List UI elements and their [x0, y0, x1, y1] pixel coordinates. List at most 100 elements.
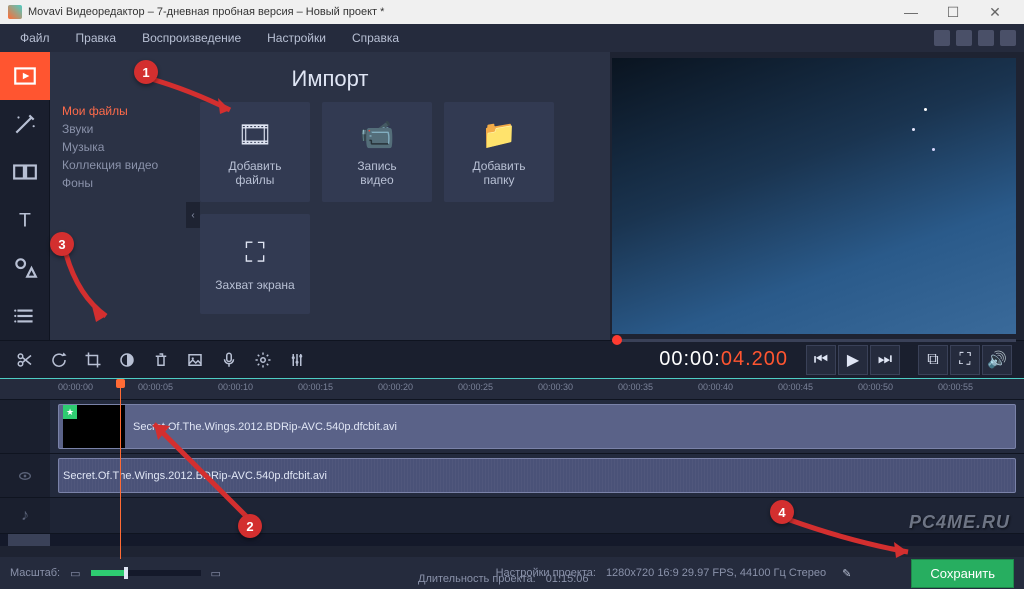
contrast-icon: [118, 351, 136, 369]
zoom-out-icon[interactable]: ▭: [70, 567, 80, 580]
volume-button[interactable]: 🔊: [982, 345, 1012, 375]
ruler-tick: 00:00:20: [378, 382, 413, 392]
sidebar-item-myfiles[interactable]: Мои файлы: [62, 102, 190, 120]
tile-folder-l1: Добавить: [472, 159, 525, 173]
video-clip[interactable]: Secret.Of.The.Wings.2012.BDRip-AVC.540p.…: [58, 404, 1016, 449]
menu-help[interactable]: Справка: [340, 27, 411, 49]
tool-filters[interactable]: [0, 100, 50, 148]
timecode-display: 00:00:04.200: [659, 348, 788, 372]
project-settings-value: 1280x720 16:9 29.97 FPS, 44100 Гц Стерео: [606, 567, 826, 579]
playhead[interactable]: [120, 379, 121, 559]
timeline: 00:00:0000:00:0500:00:1000:00:1500:00:20…: [0, 378, 1024, 546]
audio-track-body[interactable]: Secret.Of.The.Wings.2012.BDRip-AVC.540p.…: [50, 454, 1024, 497]
annotation-2: 2: [238, 514, 262, 538]
scrubber-handle[interactable]: [612, 335, 622, 345]
ruler-tick: 00:00:05: [138, 382, 173, 392]
tile-record-video[interactable]: 📹 Записьвидео: [322, 102, 432, 202]
menu-edit[interactable]: Правка: [64, 27, 129, 49]
equalizer-button[interactable]: [284, 347, 310, 373]
menubar-icon-4[interactable]: [1000, 30, 1016, 46]
fullscreen-button[interactable]: ⛶: [950, 345, 980, 375]
timecode-active: 04.200: [721, 348, 788, 370]
detach-button[interactable]: ⧉: [918, 345, 948, 375]
sidebar-collapse[interactable]: ‹: [186, 202, 200, 228]
music-track-head[interactable]: ♪: [0, 498, 50, 533]
crop-button[interactable]: [80, 347, 106, 373]
tile-record-l1: Запись: [357, 159, 396, 173]
tool-more[interactable]: [0, 292, 50, 340]
tool-titles[interactable]: T: [0, 196, 50, 244]
zoom-slider[interactable]: [91, 570, 201, 576]
ruler-tick: 00:00:55: [938, 382, 973, 392]
annotation-4: 4: [770, 500, 794, 524]
cut-button[interactable]: [12, 347, 38, 373]
mic-icon: [220, 351, 238, 369]
duration-row: Длительность проекта: 01:15:06: [418, 573, 589, 585]
camera-icon: 📹: [360, 118, 395, 151]
maximize-button[interactable]: ☐: [932, 0, 974, 24]
tile-add-files-l1: Добавить: [228, 159, 281, 173]
play-button[interactable]: ▶: [838, 345, 868, 375]
menu-settings[interactable]: Настройки: [255, 27, 338, 49]
ruler-tick: 00:00:10: [218, 382, 253, 392]
rotate-button[interactable]: [46, 347, 72, 373]
annotation-1: 1: [134, 60, 158, 84]
tile-screen-capture[interactable]: ⛶ Захват экрана: [200, 214, 310, 314]
tool-stickers[interactable]: [0, 244, 50, 292]
tile-add-files-l2: файлы: [236, 173, 275, 187]
menubar-icon-1[interactable]: [934, 30, 950, 46]
import-tiles: 🎞 Добавитьфайлы 📹 Записьвидео 📁 Добавить…: [200, 102, 610, 340]
image-icon: [186, 351, 204, 369]
import-title: Импорт: [50, 52, 610, 102]
menu-playback[interactable]: Воспроизведение: [130, 27, 253, 49]
preview-video-frame[interactable]: [612, 58, 1016, 334]
sidebar-item-backgrounds[interactable]: Фоны: [62, 174, 190, 192]
timeline-scrollbar[interactable]: [0, 534, 1024, 546]
wand-icon: [12, 111, 38, 137]
next-button[interactable]: ⏭: [870, 345, 900, 375]
scrollbar-thumb[interactable]: [8, 534, 50, 546]
delete-button[interactable]: [148, 347, 174, 373]
duration-label: Длительность проекта:: [418, 573, 536, 585]
video-track-body[interactable]: Secret.Of.The.Wings.2012.BDRip-AVC.540p.…: [50, 400, 1024, 453]
mic-button[interactable]: [216, 347, 242, 373]
gear-icon: [254, 351, 272, 369]
preview-options: ⧉ ⛶ 🔊: [918, 345, 1012, 375]
video-clip-name: Secret.Of.The.Wings.2012.BDRip-AVC.540p.…: [133, 421, 397, 433]
tile-add-folder[interactable]: 📁 Добавитьпапку: [444, 102, 554, 202]
picture-button[interactable]: [182, 347, 208, 373]
edit-settings-button[interactable]: ✎: [842, 567, 851, 580]
audio-clip[interactable]: Secret.Of.The.Wings.2012.BDRip-AVC.540p.…: [58, 458, 1016, 493]
rotate-icon: [50, 351, 68, 369]
menu-file[interactable]: Файл: [8, 27, 62, 49]
sidebar-item-sounds[interactable]: Звуки: [62, 120, 190, 138]
audio-clip-name: Secret.Of.The.Wings.2012.BDRip-AVC.540p.…: [63, 470, 327, 482]
tool-import[interactable]: [0, 52, 50, 100]
crop-icon: [84, 351, 102, 369]
preview-scrubber[interactable]: [612, 334, 1016, 348]
sidebar-item-collection[interactable]: Коллекция видео: [62, 156, 190, 174]
list-icon: [12, 303, 38, 329]
audio-track-head[interactable]: [0, 454, 50, 497]
menubar-icon-3[interactable]: [978, 30, 994, 46]
menubar: Файл Правка Воспроизведение Настройки Сп…: [0, 24, 1024, 52]
save-button[interactable]: Сохранить: [911, 559, 1014, 588]
minimize-button[interactable]: ―: [890, 0, 932, 24]
ruler-tick: 00:00:35: [618, 382, 653, 392]
tile-folder-l2: папку: [483, 173, 514, 187]
music-track-body[interactable]: [50, 498, 1024, 533]
timeline-ruler[interactable]: 00:00:0000:00:0500:00:1000:00:1500:00:20…: [0, 378, 1024, 400]
color-button[interactable]: [114, 347, 140, 373]
close-button[interactable]: ✕: [974, 0, 1016, 24]
zoom-in-icon[interactable]: ▭: [211, 567, 221, 580]
eye-icon: [17, 468, 33, 484]
video-track-head[interactable]: [0, 400, 50, 453]
tool-transitions[interactable]: [0, 148, 50, 196]
sidebar-item-music[interactable]: Музыка: [62, 138, 190, 156]
screen-icon: ⛶: [245, 237, 265, 270]
menubar-icon-2[interactable]: [956, 30, 972, 46]
prev-button[interactable]: ⏮: [806, 345, 836, 375]
settings-button[interactable]: [250, 347, 276, 373]
tile-add-files[interactable]: 🎞 Добавитьфайлы: [200, 102, 310, 202]
timeline-tracks: Secret.Of.The.Wings.2012.BDRip-AVC.540p.…: [0, 400, 1024, 546]
